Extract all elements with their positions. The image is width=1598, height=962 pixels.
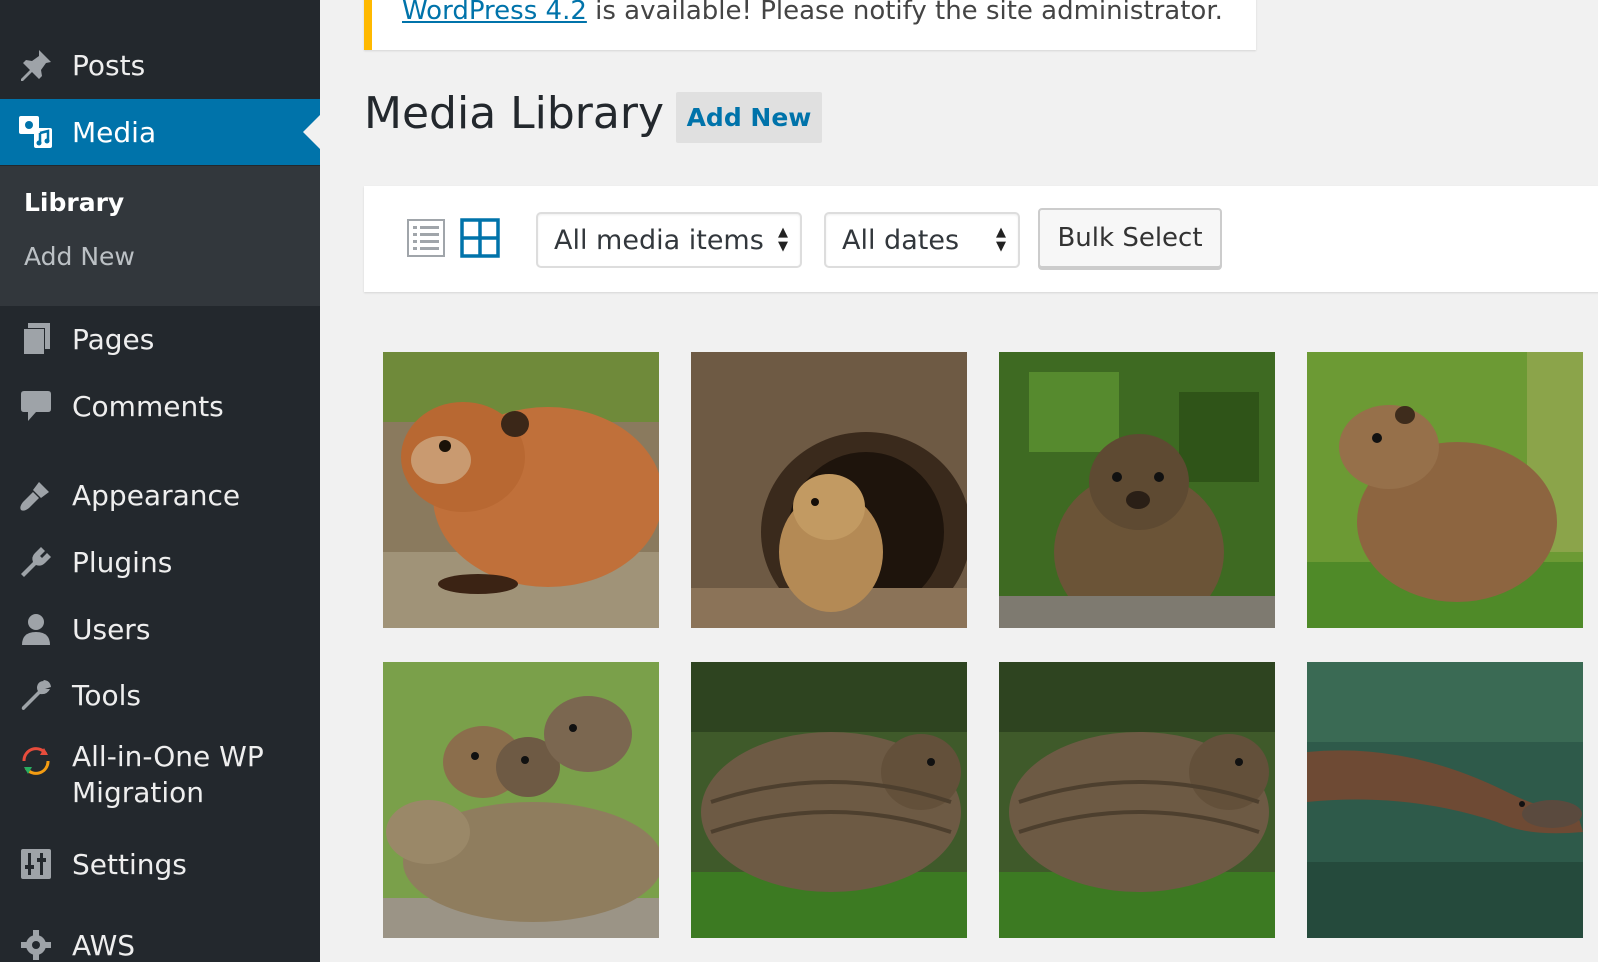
menu-item-appearance[interactable]: Appearance [0,462,320,528]
menu-label-line1: All-in-One WP [72,740,264,773]
media-submenu: Library Add New [0,166,320,306]
menu-item-settings[interactable]: Settings [0,831,320,897]
media-type-filter[interactable]: All media items ▲ ▼ [536,212,802,268]
grid-view-icon[interactable] [460,218,500,258]
notice-message: is available! Please notify the site adm… [586,0,1223,26]
menu-item-all-in-one-wp-migration[interactable]: All-in-One WP Migration [0,737,320,819]
paintbrush-icon [18,477,54,513]
settings-icon [18,846,54,882]
user-icon [18,611,54,647]
menu-label-line2: Migration [72,776,205,809]
media-thumbnail-groundhog-front-facing[interactable] [999,352,1275,628]
date-filter-value: All dates [842,224,960,256]
plugin-icon [18,544,54,580]
add-new-button[interactable]: Add New [676,92,822,143]
menu-item-comments[interactable]: Comments [0,373,320,439]
select-arrows-icon: ▲ ▼ [996,225,1006,254]
menu-label: AWS [72,928,136,962]
admin-sidebar: Posts Media Library Add New Pages Commen… [0,0,320,962]
menu-label: Comments [72,389,224,423]
notice-text: WordPress 4.2 is available! Please notif… [402,0,1223,26]
select-arrows-icon: ▲ ▼ [778,225,788,254]
pin-icon [18,47,54,83]
wrench-icon [18,677,54,713]
menu-item-plugins[interactable]: Plugins [0,529,320,595]
menu-label: Tools [72,678,141,712]
comment-icon [18,388,54,424]
media-thumbnail-platypus-swimming[interactable] [1307,662,1583,938]
menu-item-aws[interactable]: AWS [0,912,320,962]
menu-label: All-in-One WP Migration [72,739,264,811]
menu-label: Media [72,115,157,149]
media-thumbnail-groundhog-on-rocks[interactable] [383,352,659,628]
media-thumbnail-groundhog-in-grass[interactable] [1307,352,1583,628]
menu-item-users[interactable]: Users [0,596,320,662]
media-toolbar: All media items ▲ ▼ All dates ▲ ▼ Bulk Sel… [364,186,1598,292]
pages-icon [18,321,54,357]
media-type-filter-value: All media items [554,224,764,256]
migration-icon [18,743,54,779]
menu-label: Pages [72,322,155,356]
menu-item-media[interactable]: Media [0,99,320,165]
date-filter[interactable]: All dates ▲ ▼ [824,212,1020,268]
submenu-library[interactable]: Library [24,188,124,217]
submenu-add-new[interactable]: Add New [24,242,135,271]
menu-label: Posts [72,48,146,82]
gear-icon [18,927,54,962]
menu-item-pages[interactable]: Pages [0,306,320,372]
list-view-icon[interactable] [406,218,446,258]
update-notice: WordPress 4.2 is available! Please notif… [364,0,1256,50]
menu-label: Users [72,612,151,646]
menu-label: Settings [72,847,187,881]
page-title: Media Library [364,88,664,139]
menu-label: Plugins [72,545,173,579]
media-thumbnail-groundhog-walking[interactable] [999,662,1275,938]
menu-label: Appearance [72,478,241,512]
media-icon [18,114,54,150]
media-thumbnail-groundhog-walking[interactable] [691,662,967,938]
menu-item-tools[interactable]: Tools [0,662,320,728]
menu-item-posts[interactable]: Posts [0,32,320,98]
media-thumbnail-prairie-dog-in-burrow[interactable] [691,352,967,628]
update-link[interactable]: WordPress 4.2 [402,0,587,26]
bulk-select-button[interactable]: Bulk Select [1038,208,1222,268]
media-thumbnail-groundhog-with-babies[interactable] [383,662,659,938]
